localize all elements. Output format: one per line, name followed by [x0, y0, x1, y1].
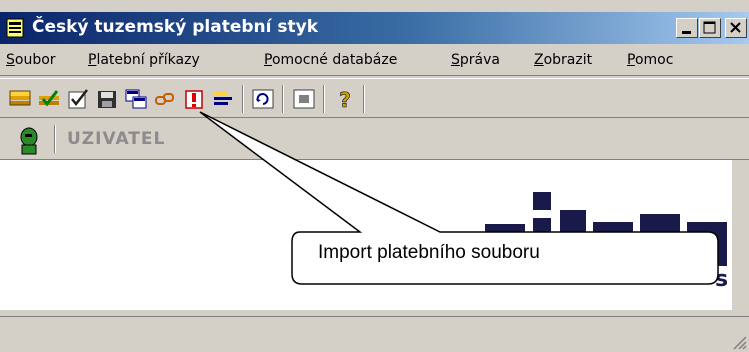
new-payment-icon[interactable] — [8, 87, 32, 111]
user-name: UZIVATEL — [67, 129, 166, 149]
minimize-button[interactable] — [676, 18, 698, 38]
refresh-icon[interactable] — [251, 87, 275, 111]
svg-text:?: ? — [339, 88, 351, 111]
import-icon[interactable] — [124, 87, 148, 111]
minimize-icon — [682, 31, 691, 34]
title-bar[interactable]: Český tuzemský platební styk — [0, 12, 749, 44]
window-title: Český tuzemský platební styk — [32, 17, 318, 37]
close-icon — [730, 22, 741, 33]
menu-soubor[interactable]: Soubor — [6, 52, 56, 68]
user-bar: UZIVATEL — [0, 120, 749, 160]
menu-platebni-prikazy[interactable]: Platební příkazy — [88, 52, 200, 68]
help-icon[interactable]: ? — [333, 87, 357, 111]
approve-icon[interactable] — [66, 87, 90, 111]
svg-text:s: s — [715, 267, 728, 292]
menu-zobrazit[interactable]: Zobrazit — [534, 52, 592, 68]
list-icon[interactable] — [211, 87, 235, 111]
app-icon — [6, 18, 24, 38]
toolbar-separator — [323, 85, 325, 113]
status-bar — [0, 316, 749, 352]
callout-text: Import platebního souboru — [318, 242, 540, 263]
close-button[interactable] — [725, 18, 747, 38]
main-content: s — [0, 160, 732, 310]
edit-payment-icon[interactable] — [37, 87, 61, 111]
app-window: Český tuzemský platební styk Soubor Plat… — [0, 0, 749, 352]
maximize-button[interactable] — [699, 18, 721, 38]
menu-bar: Soubor Platební příkazy Pomocné databáze… — [0, 46, 749, 76]
toolbar-separator — [282, 85, 284, 113]
user-avatar-icon — [15, 127, 43, 155]
save-icon[interactable] — [95, 87, 119, 111]
maximize-icon — [703, 21, 716, 34]
window-icon[interactable] — [292, 87, 316, 111]
link-icon[interactable] — [153, 87, 177, 111]
menu-pomocne-databaze[interactable]: Pomocné databáze — [264, 52, 397, 68]
resize-grip-icon[interactable] — [731, 334, 747, 350]
toolbar: ? — [0, 78, 749, 118]
company-logo: s — [415, 192, 728, 292]
user-separator — [54, 125, 56, 153]
toolbar-separator — [242, 85, 244, 113]
toolbar-separator — [363, 85, 365, 113]
menu-pomoc[interactable]: Pomoc — [627, 52, 673, 68]
delete-icon[interactable] — [182, 87, 206, 111]
menu-sprava[interactable]: Správa — [451, 52, 500, 68]
